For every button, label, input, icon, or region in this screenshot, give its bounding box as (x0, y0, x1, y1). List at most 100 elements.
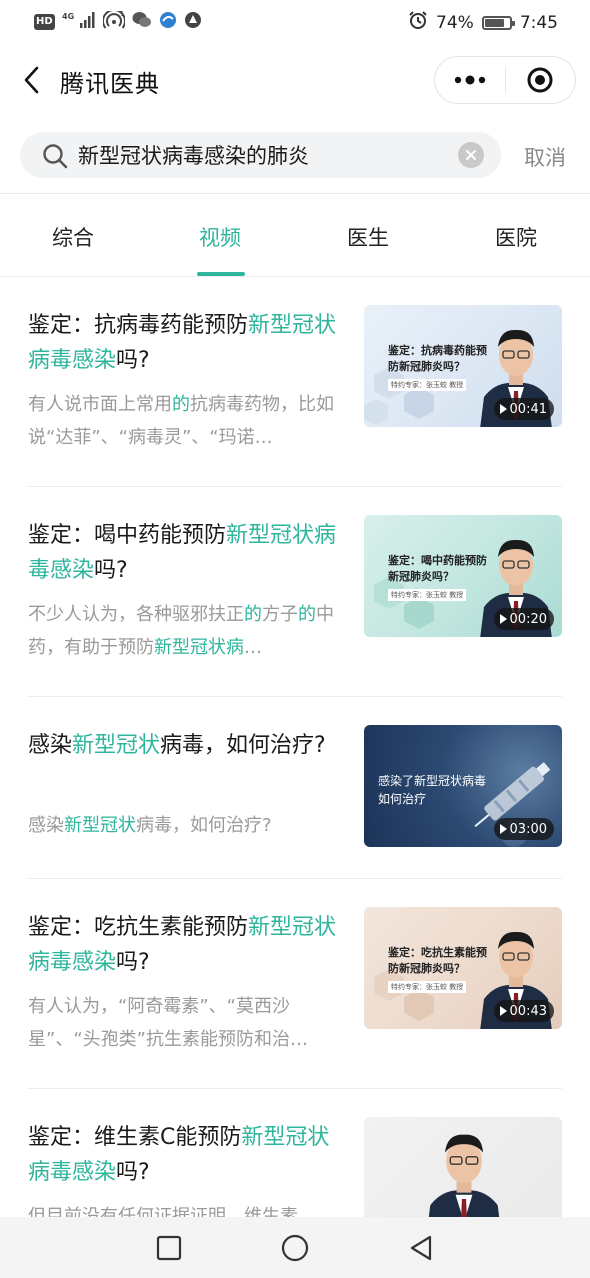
svg-text:1: 1 (120, 11, 124, 18)
duration-text: 00:41 (509, 401, 547, 417)
list-item[interactable]: 鉴定：维生素C能预防新型冠状病毒感染吗? 但目前没有任何证据证明，维生素… (0, 1089, 590, 1217)
video-thumbnail[interactable]: 鉴定：喝中药能预防 新冠肺炎吗？ 特约专家：张玉蛟 教授 00:20 (364, 515, 562, 637)
video-description: 有人说市面上常用的抗病毒药物，比如说“达菲”、“病毒灵”、“玛诺… (28, 388, 338, 454)
video-result-list: 鉴定：抗病毒药能预防新型冠状病毒感染吗? 有人说市面上常用的抗病毒药物，比如说“… (0, 277, 590, 1217)
battery-icon (481, 15, 515, 30)
desc-text: 方子 (262, 604, 298, 625)
list-item[interactable]: 鉴定：吃抗生素能预防新型冠状病毒感染吗? 有人认为，“阿奇霉素”、“莫西沙星”、… (0, 879, 590, 1089)
play-icon (499, 614, 507, 624)
more-dots-icon (454, 75, 485, 85)
back-button[interactable] (14, 60, 48, 100)
video-title: 鉴定：维生素C能预防新型冠状病毒感染吗? (28, 1120, 344, 1190)
circle-home-icon (281, 1234, 309, 1262)
title-text: 鉴定：吃抗生素能预防 (28, 915, 249, 940)
system-navigation-bar (0, 1217, 590, 1278)
desc-text: 感染 (28, 815, 64, 836)
title-text: 病毒，如何治疗? (160, 733, 326, 758)
system-back-button[interactable] (404, 1231, 438, 1265)
close-icon (466, 150, 476, 160)
title-text: 鉴定：维生素C能预防 (28, 1125, 242, 1150)
title-text: 鉴定：喝中药能预防 (28, 523, 227, 548)
thumbnail-expert: 特约专家：张玉蛟 教授 (388, 589, 467, 601)
clock: 7:45 (519, 12, 558, 33)
home-button[interactable] (278, 1231, 312, 1265)
video-description: 有人认为，“阿奇霉素”、“莫西沙星”、“头孢类”抗生素能预防和治… (28, 990, 338, 1056)
duration-badge: 00:41 (493, 398, 554, 420)
desc-text: … (244, 637, 262, 658)
title-text: 感染 (28, 733, 73, 758)
desc-highlight: 的 (172, 394, 190, 415)
alarm-icon (408, 10, 428, 35)
wechat-icon (132, 11, 152, 33)
title-text: 吗? (116, 348, 150, 373)
triangle-back-icon (410, 1235, 432, 1261)
tab-bar: 综合 视频 医生 医院 (0, 194, 590, 276)
desc-text: 但目前没有任何证据证明，维生素… (28, 1206, 316, 1217)
video-thumbnail[interactable] (364, 1117, 562, 1217)
video-title: 感染新型冠状病毒，如何治疗? (28, 728, 344, 763)
svg-text:4G: 4G (62, 12, 74, 21)
play-icon (499, 824, 507, 834)
thumbnail-caption: 感染了新型冠状病毒 (378, 774, 487, 788)
thumbnail-caption: 防新冠肺炎吗？ (388, 962, 465, 975)
video-title: 鉴定：喝中药能预防新型冠状病毒感染吗? (28, 518, 344, 588)
thumbnail-caption: 防新冠肺炎吗？ (388, 360, 465, 373)
list-item[interactable]: 鉴定：喝中药能预防新型冠状病毒感染吗? 不少人认为，各种驱邪扶正的方子的中药，有… (0, 487, 590, 697)
desc-text: 不少人认为，各种驱邪扶正 (28, 604, 244, 625)
thumbnail-caption: 鉴定：吃抗生素能预 (388, 946, 487, 959)
search-box (20, 132, 501, 178)
video-thumbnail[interactable]: 鉴定：吃抗生素能预 防新冠肺炎吗？ 特约专家：张玉蛟 教授 00:43 (364, 907, 562, 1029)
thumbnail-caption: 鉴定：抗病毒药能预 (388, 344, 487, 357)
list-item[interactable]: 鉴定：抗病毒药能预防新型冠状病毒感染吗? 有人说市面上常用的抗病毒药物，比如说“… (0, 277, 590, 487)
doctor-image (428, 1134, 500, 1217)
square-recents-icon (156, 1235, 182, 1261)
battery-percent: 74% (436, 12, 474, 33)
duration-badge: 03:00 (493, 818, 554, 840)
mini-program-capsule (434, 56, 576, 104)
target-close-icon (527, 67, 553, 93)
video-description: 但目前没有任何证据证明，维生素… (28, 1200, 338, 1217)
close-button[interactable] (506, 57, 576, 103)
title-highlight: 新型冠状 (72, 733, 161, 758)
signal-icon: 4G (62, 11, 96, 33)
app-icon (184, 11, 202, 33)
tab-doctor[interactable]: 医生 (347, 222, 389, 252)
video-description: 不少人认为，各种驱邪扶正的方子的中药，有助于预防新型冠状病… (28, 598, 338, 664)
video-title: 鉴定：吃抗生素能预防新型冠状病毒感染吗? (28, 910, 344, 980)
search-icon (43, 144, 68, 169)
cancel-button[interactable]: 取消 (524, 142, 566, 172)
desc-highlight: 新型冠状 (64, 815, 136, 836)
tab-hospital[interactable]: 医院 (495, 222, 537, 252)
page-title: 腾讯医典 (60, 70, 160, 98)
duration-text: 03:00 (509, 821, 547, 837)
desc-highlight: 的 (244, 604, 262, 625)
video-title: 鉴定：抗病毒药能预防新型冠状病毒感染吗? (28, 308, 344, 378)
video-thumbnail[interactable]: 鉴定：抗病毒药能预 防新冠肺炎吗？ 特约专家：张玉蛟 教授 00:41 (364, 305, 562, 427)
video-thumbnail[interactable]: 感染了新型冠状病毒 如何治疗 03:00 (364, 725, 562, 847)
thumbnail-expert: 特约专家：张玉蛟 教授 (388, 981, 467, 993)
more-button[interactable] (435, 57, 505, 103)
desc-text: 有人说市面上常用 (28, 394, 172, 415)
tab-all[interactable]: 综合 (52, 222, 94, 252)
tab-video[interactable]: 视频 (199, 222, 241, 252)
clear-search-button[interactable] (458, 142, 484, 168)
thumbnail-caption: 鉴定：喝中药能预防 (388, 554, 487, 567)
search-row: 取消 (0, 124, 590, 190)
play-icon (499, 1006, 507, 1016)
title-text: 吗? (94, 558, 128, 583)
search-input[interactable] (78, 132, 448, 178)
desc-highlight: 新型冠状病 (154, 637, 244, 658)
hd-icon: HD (34, 14, 55, 30)
screen: HD 4G 1 74% 7:45 腾讯医典 新型冠状病毒感染的肺炎 取消 综合 … (0, 0, 590, 1278)
title-text: 吗? (116, 950, 150, 975)
recents-button[interactable] (152, 1231, 186, 1265)
thumbnail-expert: 特约专家：张玉蛟 教授 (388, 379, 467, 391)
duration-text: 00:20 (509, 611, 547, 627)
title-text: 吗? (116, 1160, 150, 1185)
desc-text: 有人认为，“阿奇霉素”、“莫西沙星”、“头孢类”抗生素能预防和治… (28, 996, 308, 1050)
duration-badge: 00:43 (493, 1000, 554, 1022)
list-item[interactable]: 感染新型冠状病毒，如何治疗? 感染新型冠状病毒，如何治疗? 感染了新型冠状病毒 … (0, 697, 590, 879)
browser-icon (159, 11, 177, 33)
desc-text: 病毒，如何治疗? (136, 815, 272, 836)
desc-highlight: 的 (298, 604, 316, 625)
